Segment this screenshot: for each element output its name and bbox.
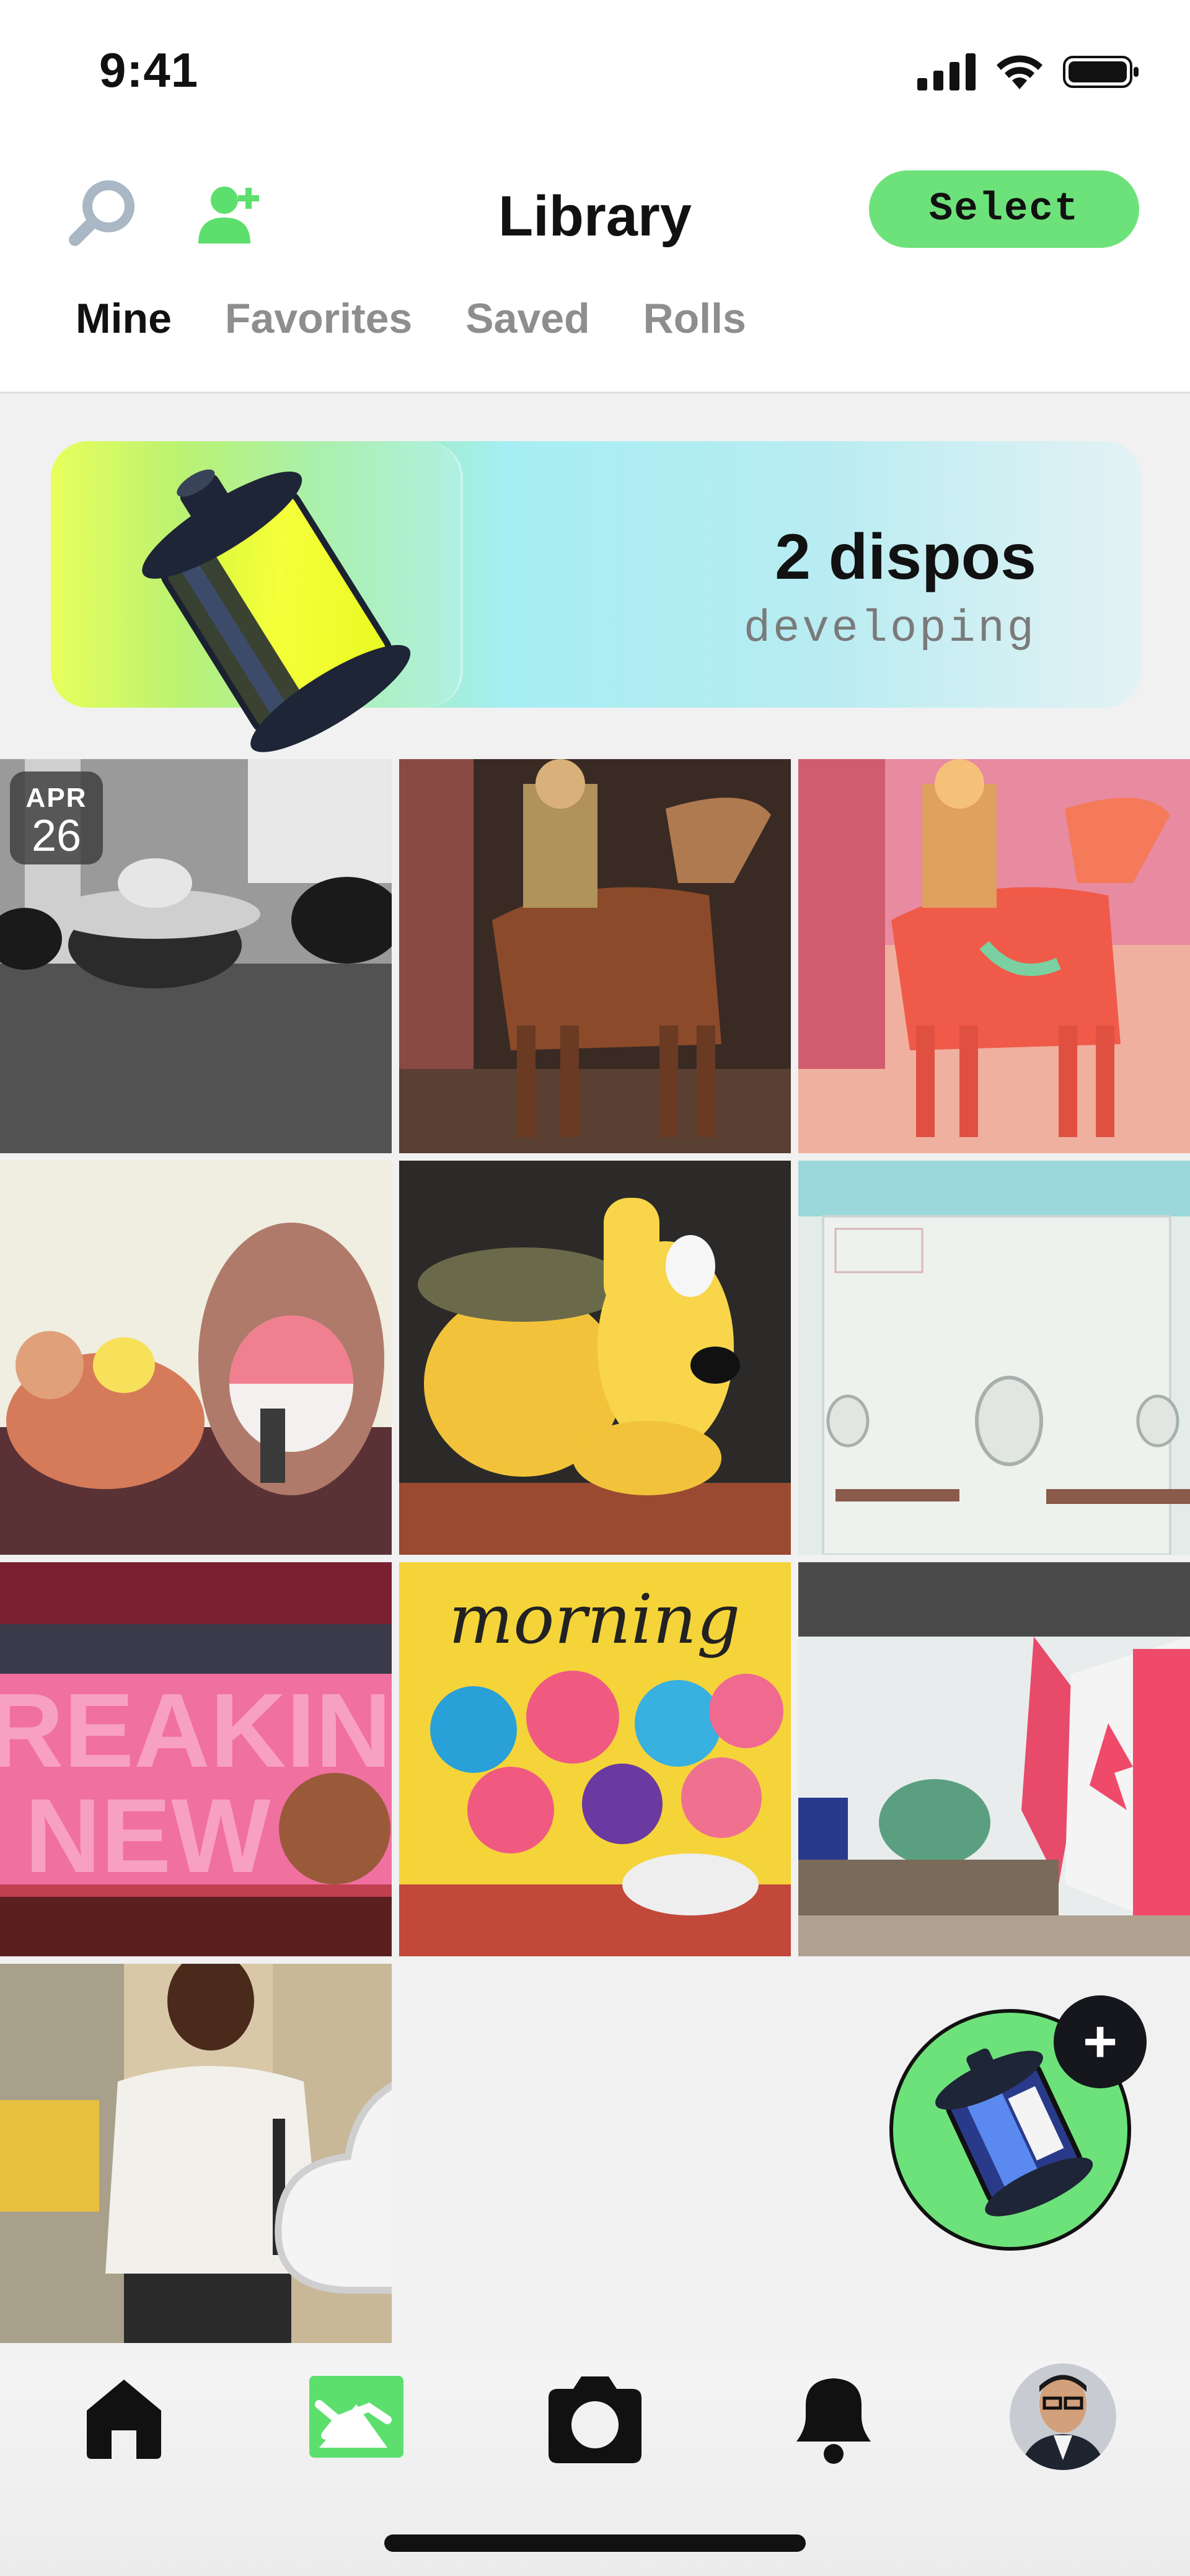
status-bar: 9:41 [0,0,1190,146]
photo-plush-toys [0,1161,392,1555]
profile-avatar[interactable] [1007,2361,1119,2473]
add-friend-icon[interactable] [192,177,267,251]
camera-icon[interactable] [539,2361,651,2473]
photo-flags [798,1562,1190,1956]
select-button[interactable]: Select [869,170,1139,248]
photo-tile[interactable] [798,1562,1190,1956]
library-header: Library Select Mine Favorites Saved Roll… [0,146,1190,393]
date-badge: APR 26 [10,771,103,864]
photo-tile[interactable] [798,759,1190,1153]
bell-icon[interactable] [778,2361,889,2473]
photo-tile[interactable]: APR 26 [0,759,392,1153]
date-badge-month: APR [25,783,87,813]
photo-tile[interactable] [399,1161,791,1555]
photo-tile[interactable] [399,759,791,1153]
tab-saved[interactable]: Saved [465,294,589,343]
photo-breaking-news: REAKIN NEW [0,1562,392,1956]
tab-rolls[interactable]: Rolls [643,294,746,343]
photo-tile[interactable] [0,1964,392,2343]
photo-tile[interactable]: REAKIN NEW [0,1562,392,1956]
developing-count: 2 dispos [775,521,1036,593]
photo-tile[interactable] [0,1161,392,1555]
home-indicator[interactable] [384,2534,806,2552]
search-icon[interactable] [65,177,139,251]
cellular-signal-icon [917,53,976,90]
tab-favorites[interactable]: Favorites [225,294,412,343]
tab-mine[interactable]: Mine [76,294,172,343]
svg-text:morning: morning [449,1580,740,1659]
developing-banner[interactable]: 2 dispos developing [51,441,1142,752]
photo-pluto-garfield [399,1161,791,1555]
library-tabs: Mine Favorites Saved Rolls [76,294,800,343]
developing-status: developing [743,604,1036,654]
status-icons [917,53,1140,90]
svg-text:NEW: NEW [25,1777,271,1895]
battery-icon [1063,56,1139,88]
library-icon[interactable] [301,2361,412,2473]
wifi-icon [997,55,1042,89]
photo-woody-horse-2 [798,759,1190,1153]
status-time: 9:41 [99,43,199,97]
photo-tile[interactable] [798,1161,1190,1555]
home-icon[interactable] [68,2361,180,2473]
photo-woody-horse-1 [399,759,791,1153]
add-dispo-button[interactable]: + [1054,1995,1147,2088]
date-badge-day: 26 [31,811,82,861]
svg-text:REAKIN: REAKIN [0,1672,392,1790]
photo-morning-painting: morning [399,1562,791,1956]
cloud-x-icon [275,2082,392,2294]
photo-light-switch [798,1161,1190,1555]
photo-tile[interactable]: morning [399,1562,791,1956]
film-canister-icon [142,469,411,752]
